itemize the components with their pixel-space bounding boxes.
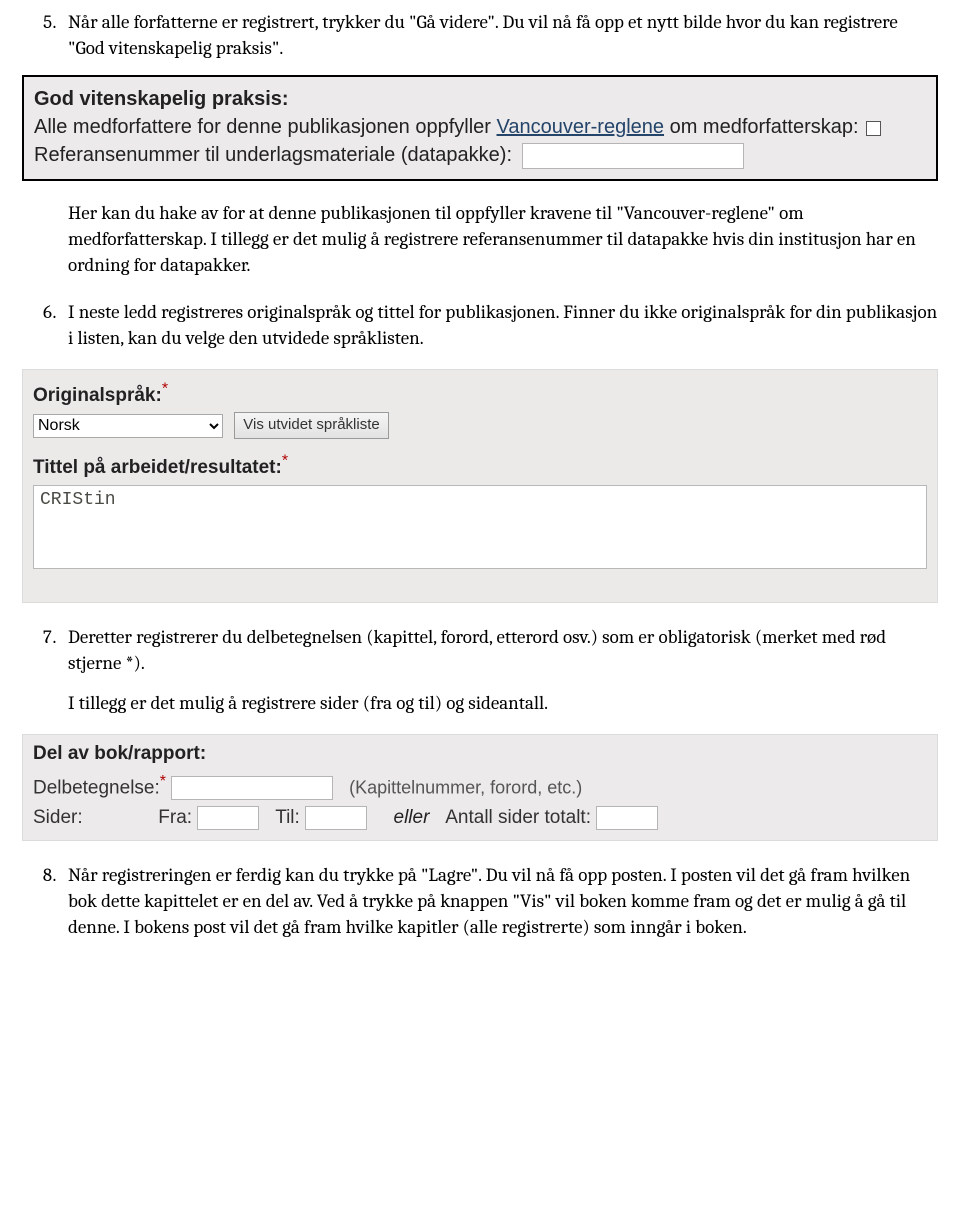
delbetegnelse-label: Delbetegnelse:* [33, 771, 166, 801]
pages-row: Sider: Fra: Til: eller Antall sider tota… [33, 805, 927, 831]
good-practice-title: God vitenskapelig praksis: [34, 85, 926, 113]
work-title-row: Tittel på arbeidet/resultatet:* [33, 451, 927, 481]
required-star: * [162, 380, 168, 397]
step-7-text-2: I tillegg er det mulig å registrere side… [68, 691, 938, 717]
delbetegnelse-row: Delbetegnelse:* (Kapittelnummer, forord,… [33, 771, 927, 801]
step-8-text: Når registreringen er ferdig kan du tryk… [68, 863, 938, 940]
part-of-book-heading: Del av bok/rapport: [33, 741, 927, 767]
work-title-input[interactable] [33, 485, 927, 569]
good-practice-box: God vitenskapelig praksis: Alle medforfa… [22, 75, 938, 181]
instruction-list: Når alle forfatterne er registrert, tryk… [22, 10, 938, 940]
page-to-input[interactable] [305, 806, 367, 830]
good-practice-line-1: Alle medforfattere for denne publikasjon… [34, 113, 926, 141]
gp-line2-label: Referansenummer til underlagsmateriale (… [34, 144, 512, 166]
page-from-input[interactable] [197, 806, 259, 830]
delbetegnelse-input[interactable] [171, 776, 333, 800]
language-title-form: Originalspråk:* Norsk Vis utvidet språkl… [22, 369, 938, 603]
step-7-text-1: Deretter registrerer du delbetegnelsen (… [68, 625, 938, 676]
step-5: Når alle forfatterne er registrert, tryk… [60, 10, 938, 278]
show-extended-language-button[interactable]: Vis utvidet språkliste [234, 412, 388, 438]
total-pages-label: Antall sider totalt: [445, 805, 591, 831]
part-of-book-form: Del av bok/rapport: Delbetegnelse:* (Kap… [22, 734, 938, 841]
or-label: eller [394, 807, 430, 828]
fra-label: Fra: [158, 805, 192, 831]
step-7: Deretter registrerer du delbetegnelsen (… [60, 625, 938, 841]
step-6: I neste ledd registreres originalspråk o… [60, 300, 938, 603]
good-practice-line-2: Referansenummer til underlagsmateriale (… [34, 141, 926, 169]
step-5-followup: Her kan du hake av for at denne publikas… [68, 201, 938, 278]
delbetegnelse-hint: (Kapittelnummer, forord, etc.) [349, 777, 582, 797]
required-star: * [160, 773, 166, 790]
gp-line1-post: om medforfatterskap: [664, 116, 859, 138]
language-controls: Norsk Vis utvidet språkliste [33, 412, 927, 438]
coauthor-checkbox[interactable] [866, 121, 881, 136]
step-5-text: Når alle forfatterne er registrert, tryk… [68, 10, 938, 61]
work-title-input-row [33, 485, 927, 577]
datapack-reference-input[interactable] [522, 143, 744, 169]
total-pages-input[interactable] [596, 806, 658, 830]
required-star: * [282, 453, 288, 470]
step-8: Når registreringen er ferdig kan du tryk… [60, 863, 938, 940]
til-label: Til: [275, 805, 300, 831]
sider-label: Sider: [33, 805, 153, 831]
gp-line1-pre: Alle medforfattere for denne publikasjon… [34, 116, 497, 138]
vancouver-link[interactable]: Vancouver-reglene [497, 116, 665, 138]
language-select[interactable]: Norsk [33, 414, 223, 438]
step-6-text: I neste ledd registreres originalspråk o… [68, 300, 938, 351]
work-title-label: Tittel på arbeidet/resultatet:* [33, 457, 288, 478]
original-language-label: Originalspråk:* [33, 385, 168, 406]
original-language-row: Originalspråk:* [33, 378, 927, 408]
